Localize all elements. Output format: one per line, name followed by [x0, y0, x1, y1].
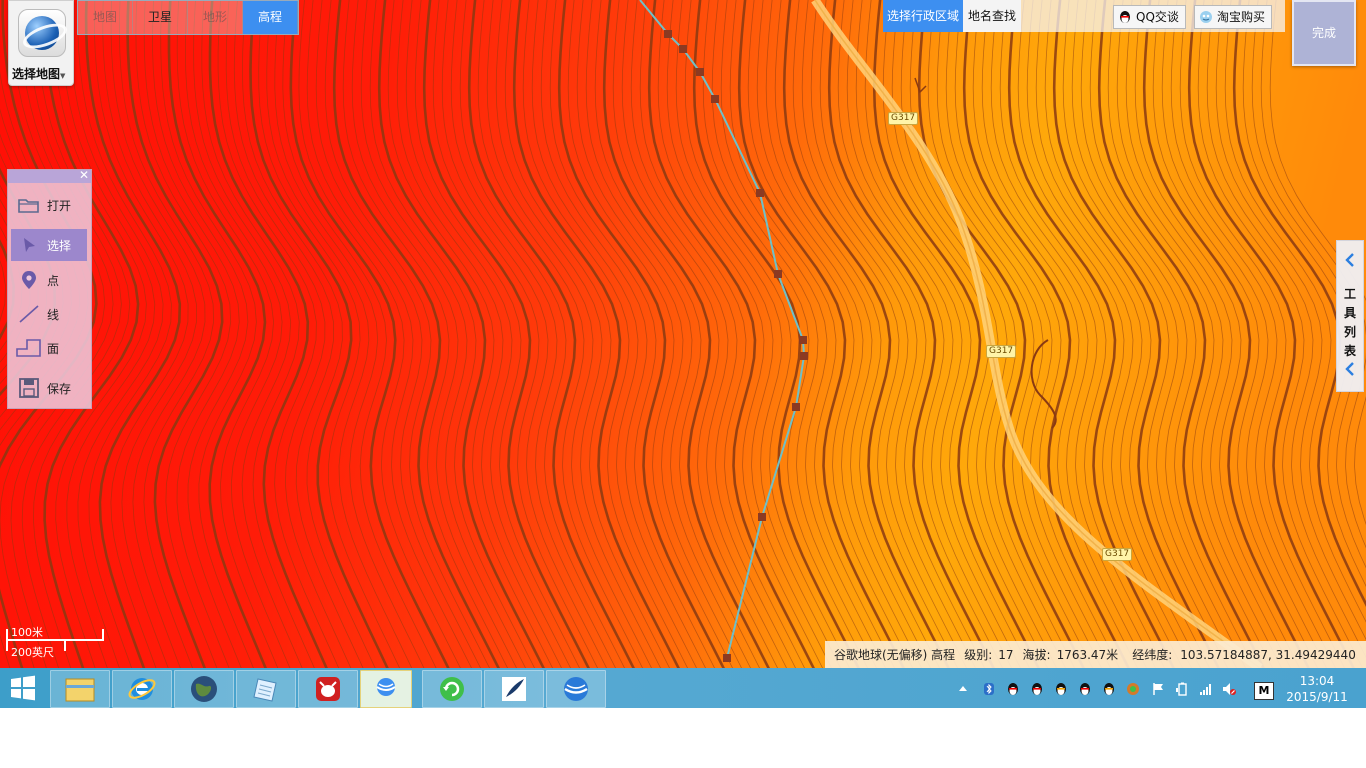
volume-muted-icon[interactable] — [1222, 682, 1236, 696]
status-bar: 谷歌地球(无偏移) 高程 级别: 17 海拔: 1763.47米 经纬度: 10… — [825, 641, 1366, 668]
scale-imperial: 200英尺 — [11, 646, 54, 659]
tool-label: 点 — [47, 273, 60, 288]
taskbar-globe-app[interactable] — [174, 670, 234, 708]
road-label: G317 — [1102, 548, 1133, 561]
scale-bar: 100米 200英尺 — [6, 622, 106, 662]
tab-map[interactable]: 地图 — [78, 1, 133, 34]
tool-save[interactable]: 保存 — [11, 372, 87, 404]
folder-icon — [18, 199, 39, 213]
coord-label: 经纬度: — [1132, 648, 1173, 662]
qq-chat-button[interactable]: QQ交谈 — [1113, 5, 1186, 29]
bigemap-icon — [564, 677, 588, 701]
taskbar-refresh-app[interactable] — [422, 670, 482, 708]
tool-label: 打开 — [47, 198, 72, 213]
chevron-left-icon[interactable] — [1344, 253, 1356, 267]
security-app-icon[interactable] — [1126, 682, 1140, 696]
taskbar-niu-app[interactable] — [298, 670, 358, 708]
map-type-tabs: 地图 卫星 地形 高程 — [77, 0, 299, 35]
select-map-label: 选择地图 — [12, 67, 61, 81]
place-search-button[interactable]: 地名查找 — [963, 0, 1021, 32]
tab-terrain[interactable]: 地形 — [188, 1, 243, 34]
qq-tray-icon[interactable] — [1006, 682, 1020, 696]
close-icon[interactable]: ✕ — [79, 168, 89, 182]
select-region-button[interactable]: 选择行政区域 — [883, 0, 963, 32]
scale-metric: 100米 — [11, 626, 43, 639]
taobao-icon — [1200, 11, 1212, 23]
tool-panel: ✕ 打开 选择 点 线 面 保存 — [7, 168, 92, 409]
notepad-icon — [253, 678, 277, 702]
taskbar-bigemap-2[interactable] — [546, 670, 606, 708]
taobao-buy-button[interactable]: 淘宝购买 — [1194, 5, 1273, 29]
qq-tray-icon[interactable] — [1054, 682, 1068, 696]
windows-icon — [11, 675, 35, 701]
refresh-icon — [440, 677, 464, 701]
polygon-icon — [16, 339, 41, 357]
clock-time: 13:04 — [1299, 674, 1335, 688]
tab-satellite[interactable]: 卫星 — [133, 1, 188, 34]
contour-layer — [0, 0, 1366, 668]
tool-label: 面 — [47, 341, 60, 356]
tool-select[interactable]: 选择 — [11, 229, 87, 261]
qq-chat-label: QQ交谈 — [1136, 10, 1179, 24]
road-label: G317 — [888, 112, 919, 125]
altitude-value: 1763.47米 — [1056, 648, 1119, 662]
tool-point[interactable]: 点 — [11, 264, 87, 296]
flag-icon[interactable] — [1151, 682, 1165, 696]
tool-label: 线 — [47, 307, 60, 322]
qq-tray-icon[interactable] — [1078, 682, 1092, 696]
map-source: 谷歌地球(无偏移) 高程 — [834, 648, 956, 662]
ime-indicator[interactable]: M — [1254, 682, 1274, 700]
taskbar-notepad[interactable] — [236, 670, 296, 708]
line-icon — [19, 305, 39, 323]
earth-icon — [191, 676, 217, 702]
tool-open[interactable]: 打开 — [11, 189, 87, 221]
coord-value: 103.57184887, 31.49429440 — [1180, 647, 1356, 662]
start-button[interactable] — [0, 670, 46, 706]
altitude-label: 海拔: — [1022, 648, 1051, 662]
tool-line[interactable]: 线 — [11, 298, 87, 330]
chevron-left-icon[interactable] — [1344, 362, 1356, 376]
cursor-icon — [24, 238, 35, 252]
tool-label: 选择 — [47, 238, 72, 253]
tab-elevation[interactable]: 高程 — [243, 1, 298, 34]
taskbar-feather-app[interactable] — [484, 670, 544, 708]
tool-list-label: 工具列表 — [1343, 287, 1356, 358]
taobao-buy-label: 淘宝购买 — [1217, 10, 1266, 24]
select-map-button[interactable]: 选择地图▼ — [8, 0, 74, 86]
battery-icon[interactable] — [1175, 682, 1189, 696]
feather-icon — [502, 677, 526, 701]
tool-panel-header[interactable]: ✕ — [8, 168, 91, 183]
tool-list-toggle[interactable]: 工具列表 — [1336, 240, 1364, 392]
tray-expand-icon[interactable] — [958, 684, 968, 694]
tool-label: 保存 — [47, 381, 72, 396]
level-value: 17 — [998, 647, 1014, 662]
pin-icon — [22, 271, 36, 289]
google-earth-icon — [18, 9, 71, 57]
level-label: 级别: — [964, 648, 993, 662]
clock-date: 2015/9/11 — [1286, 690, 1348, 704]
qq-tray-icon[interactable] — [1102, 682, 1116, 696]
tool-polygon[interactable]: 面 — [11, 332, 87, 364]
elevation-map[interactable]: G317 G317 G317 — [0, 0, 1366, 668]
bigemap-icon — [376, 678, 396, 696]
save-icon — [19, 378, 39, 398]
road-label: G317 — [986, 345, 1017, 358]
taskbar-ie[interactable] — [112, 670, 172, 708]
taskbar-bigemap[interactable] — [360, 670, 412, 708]
folder-icon — [65, 678, 95, 702]
bull-icon — [316, 677, 340, 701]
signal-icon[interactable] — [1199, 682, 1213, 696]
taskbar-clock[interactable]: 13:04 2015/9/11 — [1283, 673, 1351, 707]
qq-penguin-icon — [1120, 11, 1130, 23]
ie-icon — [128, 678, 156, 700]
taskbar — [0, 668, 1366, 708]
qq-tray-icon[interactable] — [1030, 682, 1044, 696]
done-button[interactable]: 完成 — [1292, 0, 1356, 66]
dropdown-arrow-icon: ▼ — [60, 72, 66, 80]
taskbar-explorer[interactable] — [50, 670, 110, 708]
bluetooth-app-icon[interactable] — [982, 682, 996, 696]
